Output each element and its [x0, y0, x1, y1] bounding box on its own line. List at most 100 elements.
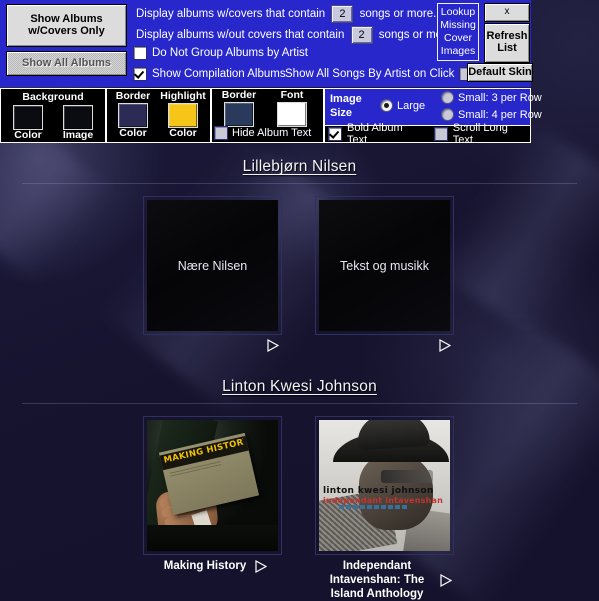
background-settings-group: Background Color Image — [0, 88, 106, 143]
list-highlight-color-swatch[interactable] — [168, 103, 198, 128]
album-tile[interactable]: Nære Nilsen — [143, 196, 284, 352]
album-tile-footer: Independant Intavenshan: The Island Anth… — [315, 559, 456, 601]
show-albums-with-covers-only-button[interactable]: Show Albums w/Covers Only — [6, 4, 127, 47]
album-tile[interactable]: MAKING HISTORY Making History — [143, 416, 284, 601]
background-color-swatch[interactable] — [13, 105, 43, 130]
cover-art-layer — [339, 505, 409, 509]
size-small3-option[interactable]: Small: 3 per Row — [441, 91, 542, 104]
size-large-label: Large — [397, 99, 426, 112]
album-font-header: Font — [280, 89, 304, 101]
list-border-cell[interactable]: Border Color — [110, 91, 156, 139]
play-triangle-icon[interactable] — [439, 339, 451, 352]
display-with-covers-label: Display albums w/covers that contain — [136, 8, 326, 20]
hide-album-text-label: Hide Album Text — [232, 127, 312, 139]
album-cover-frame[interactable]: MAKING HISTORY — [143, 416, 282, 555]
album-browser-window: Show Albums w/Covers Only Show All Album… — [0, 0, 599, 601]
cover-art-title-text: independant intavenshan — [323, 496, 444, 505]
album-font-color-swatch[interactable] — [277, 102, 307, 127]
album-title-label: Independant Intavenshan: The Island Anth… — [329, 560, 425, 600]
album-title-overlay: Tekst og musikk — [340, 258, 429, 273]
background-image-label: Image — [62, 129, 94, 141]
show-all-songs-on-click-row[interactable]: Show All Songs By Artist on Click — [285, 67, 474, 81]
size-small4-label: Small: 4 per Row — [458, 108, 542, 121]
do-not-group-albums-label: Do Not Group Albums by Artist — [152, 47, 308, 59]
show-compilation-albums-checkbox[interactable] — [133, 67, 147, 81]
size-small4-option[interactable]: Small: 4 per Row — [441, 108, 542, 121]
play-triangle-icon[interactable] — [440, 573, 452, 587]
album-cover-image[interactable]: linton kwesi johnson independant intaven… — [319, 420, 450, 551]
list-colors-group: Border Color Highlight Color — [106, 88, 211, 143]
scroll-long-text-checkbox[interactable] — [433, 127, 448, 141]
album-cover-frame[interactable]: linton kwesi johnson independant intaven… — [315, 416, 454, 555]
show-all-songs-on-click-label: Show All Songs By Artist on Click — [285, 68, 455, 80]
default-skin-button[interactable]: Default Skin — [467, 63, 533, 82]
cover-art-layer — [381, 470, 433, 483]
album-cover-frame[interactable]: Nære Nilsen — [143, 196, 282, 335]
list-highlight-color-label: Color — [169, 127, 197, 139]
min-songs-without-covers-input[interactable]: 2 — [350, 26, 373, 44]
background-color-label: Color — [14, 129, 42, 141]
album-text-options-bar: Bold Album Text Scroll Long Text — [324, 122, 531, 146]
album-cover-frame[interactable]: Tekst og musikk — [315, 196, 454, 335]
album-border-font-group: Border Font Hide Album Text — [211, 88, 324, 143]
background-group-header: Background — [22, 91, 84, 103]
image-size-group: Image Size Large Small: 3 per Row Small:… — [324, 88, 542, 126]
bold-album-text-checkbox[interactable] — [328, 127, 342, 141]
cover-art-layer — [147, 525, 278, 551]
min-songs-with-covers-input[interactable]: 2 — [331, 5, 354, 23]
album-title-label: Making History — [163, 560, 247, 572]
display-without-covers-row: Display albums w/out covers that contain… — [136, 26, 456, 44]
size-small3-radio[interactable] — [441, 91, 454, 104]
size-large-radio[interactable] — [380, 99, 393, 112]
album-cover-placeholder[interactable]: Nære Nilsen — [147, 200, 278, 331]
show-compilation-albums-checkbox-row[interactable]: Show Compilation Albums — [133, 67, 286, 81]
display-with-covers-suffix: songs or more. — [359, 8, 437, 20]
album-border-color-swatch[interactable] — [224, 102, 254, 127]
cover-art-layer — [355, 420, 431, 451]
album-tile[interactable]: linton kwesi johnson independant intaven… — [315, 416, 456, 601]
play-triangle-icon[interactable] — [267, 339, 279, 352]
show-all-albums-button[interactable]: Show All Albums — [6, 51, 127, 76]
hide-album-text-row[interactable]: Hide Album Text — [214, 126, 311, 140]
do-not-group-albums-checkbox[interactable] — [133, 46, 147, 60]
artist-separator — [22, 403, 577, 404]
options-panel: Show Albums w/Covers Only Show All Album… — [0, 0, 533, 87]
album-font-cell[interactable]: Font — [269, 90, 315, 127]
refresh-list-button[interactable]: Refresh List — [484, 23, 530, 63]
album-row: MAKING HISTORY Making History linton kwe… — [0, 416, 599, 601]
album-border-header: Border — [221, 89, 257, 101]
album-title-overlay: Nære Nilsen — [177, 258, 248, 273]
album-row: Nære Nilsen Tekst og musikk — [0, 196, 599, 352]
list-highlight-header: Highlight — [160, 90, 206, 102]
album-cover-image[interactable]: MAKING HISTORY — [147, 420, 278, 551]
album-tile[interactable]: Tekst og musikk — [315, 196, 456, 352]
album-border-cell[interactable]: Border — [216, 90, 262, 127]
album-tile-footer — [315, 339, 456, 352]
image-size-label: Image Size — [330, 93, 362, 119]
size-small3-label: Small: 3 per Row — [458, 91, 542, 104]
list-highlight-cell[interactable]: Highlight Color — [160, 91, 206, 139]
album-tile-footer — [143, 339, 284, 352]
list-border-color-swatch[interactable] — [118, 103, 148, 128]
do-not-group-albums-checkbox-row[interactable]: Do Not Group Albums by Artist — [133, 46, 308, 60]
artist-name-header[interactable]: Lillebjørn Nilsen — [0, 158, 599, 176]
lookup-missing-cover-images-button[interactable]: Lookup Missing Cover Images — [437, 3, 479, 61]
background-image-swatch[interactable] — [63, 105, 93, 130]
display-without-covers-label: Display albums w/out covers that contain — [136, 29, 345, 41]
size-small4-radio[interactable] — [441, 108, 454, 121]
album-tile-footer: Making History — [143, 559, 284, 573]
artist-section: Linton Kwesi Johnson MAKING HISTORY Maki… — [0, 378, 599, 601]
artist-separator — [22, 183, 577, 184]
artist-name-header[interactable]: Linton Kwesi Johnson — [0, 378, 599, 396]
album-list-area[interactable]: Lillebjørn Nilsen Nære Nilsen Tekst og m… — [0, 143, 599, 601]
size-large-option[interactable]: Large — [380, 99, 425, 112]
artist-section: Lillebjørn Nilsen Nære Nilsen Tekst og m… — [0, 158, 599, 352]
play-triangle-icon[interactable] — [255, 559, 268, 573]
background-image-cell[interactable]: Image — [55, 104, 101, 141]
background-color-cell[interactable]: Color — [5, 104, 51, 141]
list-border-color-label: Color — [119, 127, 147, 139]
hide-album-text-checkbox[interactable] — [214, 126, 228, 140]
cover-art-artist-text: linton kwesi johnson — [323, 486, 434, 496]
close-button[interactable]: x — [484, 3, 530, 22]
album-cover-placeholder[interactable]: Tekst og musikk — [319, 200, 450, 331]
